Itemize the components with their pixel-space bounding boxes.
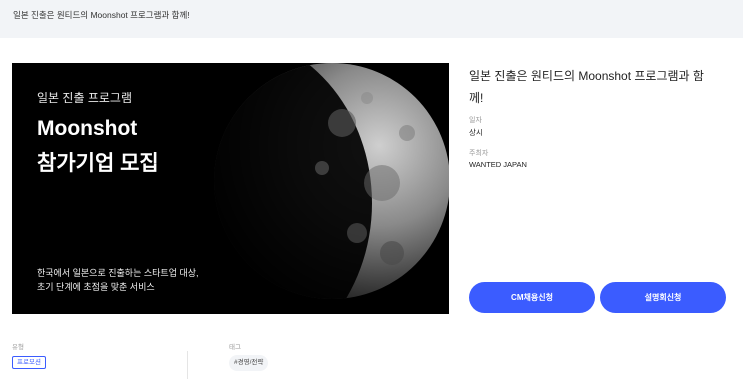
date-label: 일자 xyxy=(469,117,482,124)
type-label: 유형 xyxy=(12,344,24,351)
event-banner-image: 일본 진출 프로그램 Moonshot 참가기업 모집 한국에서 일본으로 진출… xyxy=(12,63,449,314)
banner-kicker: 일본 진출 프로그램 xyxy=(37,91,132,105)
type-badge: 프로모션 xyxy=(12,356,46,369)
meta-divider xyxy=(187,351,188,379)
event-title: 일본 진출은 원티드의 Moonshot 프로그램과 함 xyxy=(469,69,704,83)
host-value: WANTED JAPAN xyxy=(469,160,527,169)
top-bar: 일본 진출은 원티드의 Moonshot 프로그램과 함께! xyxy=(0,0,743,38)
info-session-button[interactable]: 설명회신청 xyxy=(600,282,726,313)
page-header-title: 일본 진출은 원티드의 Moonshot 프로그램과 함께! xyxy=(13,10,190,20)
tag-label: 태그 xyxy=(229,344,241,351)
banner-description-2: 초기 단계에 초점을 맞춘 서비스 xyxy=(37,282,155,292)
tag-chip[interactable]: #경영/전략 xyxy=(229,355,269,371)
banner-headline-sub: 참가기업 모집 xyxy=(37,152,159,175)
date-value: 상시 xyxy=(469,128,483,137)
banner-headline: Moonshot xyxy=(37,117,138,140)
host-label: 주최자 xyxy=(469,150,489,157)
banner-description: 한국에서 일본으로 진출하는 스타트업 대상, xyxy=(37,268,199,278)
event-title-wrap: 께! xyxy=(469,91,484,105)
cm-apply-button[interactable]: CM채용신청 xyxy=(469,282,595,313)
